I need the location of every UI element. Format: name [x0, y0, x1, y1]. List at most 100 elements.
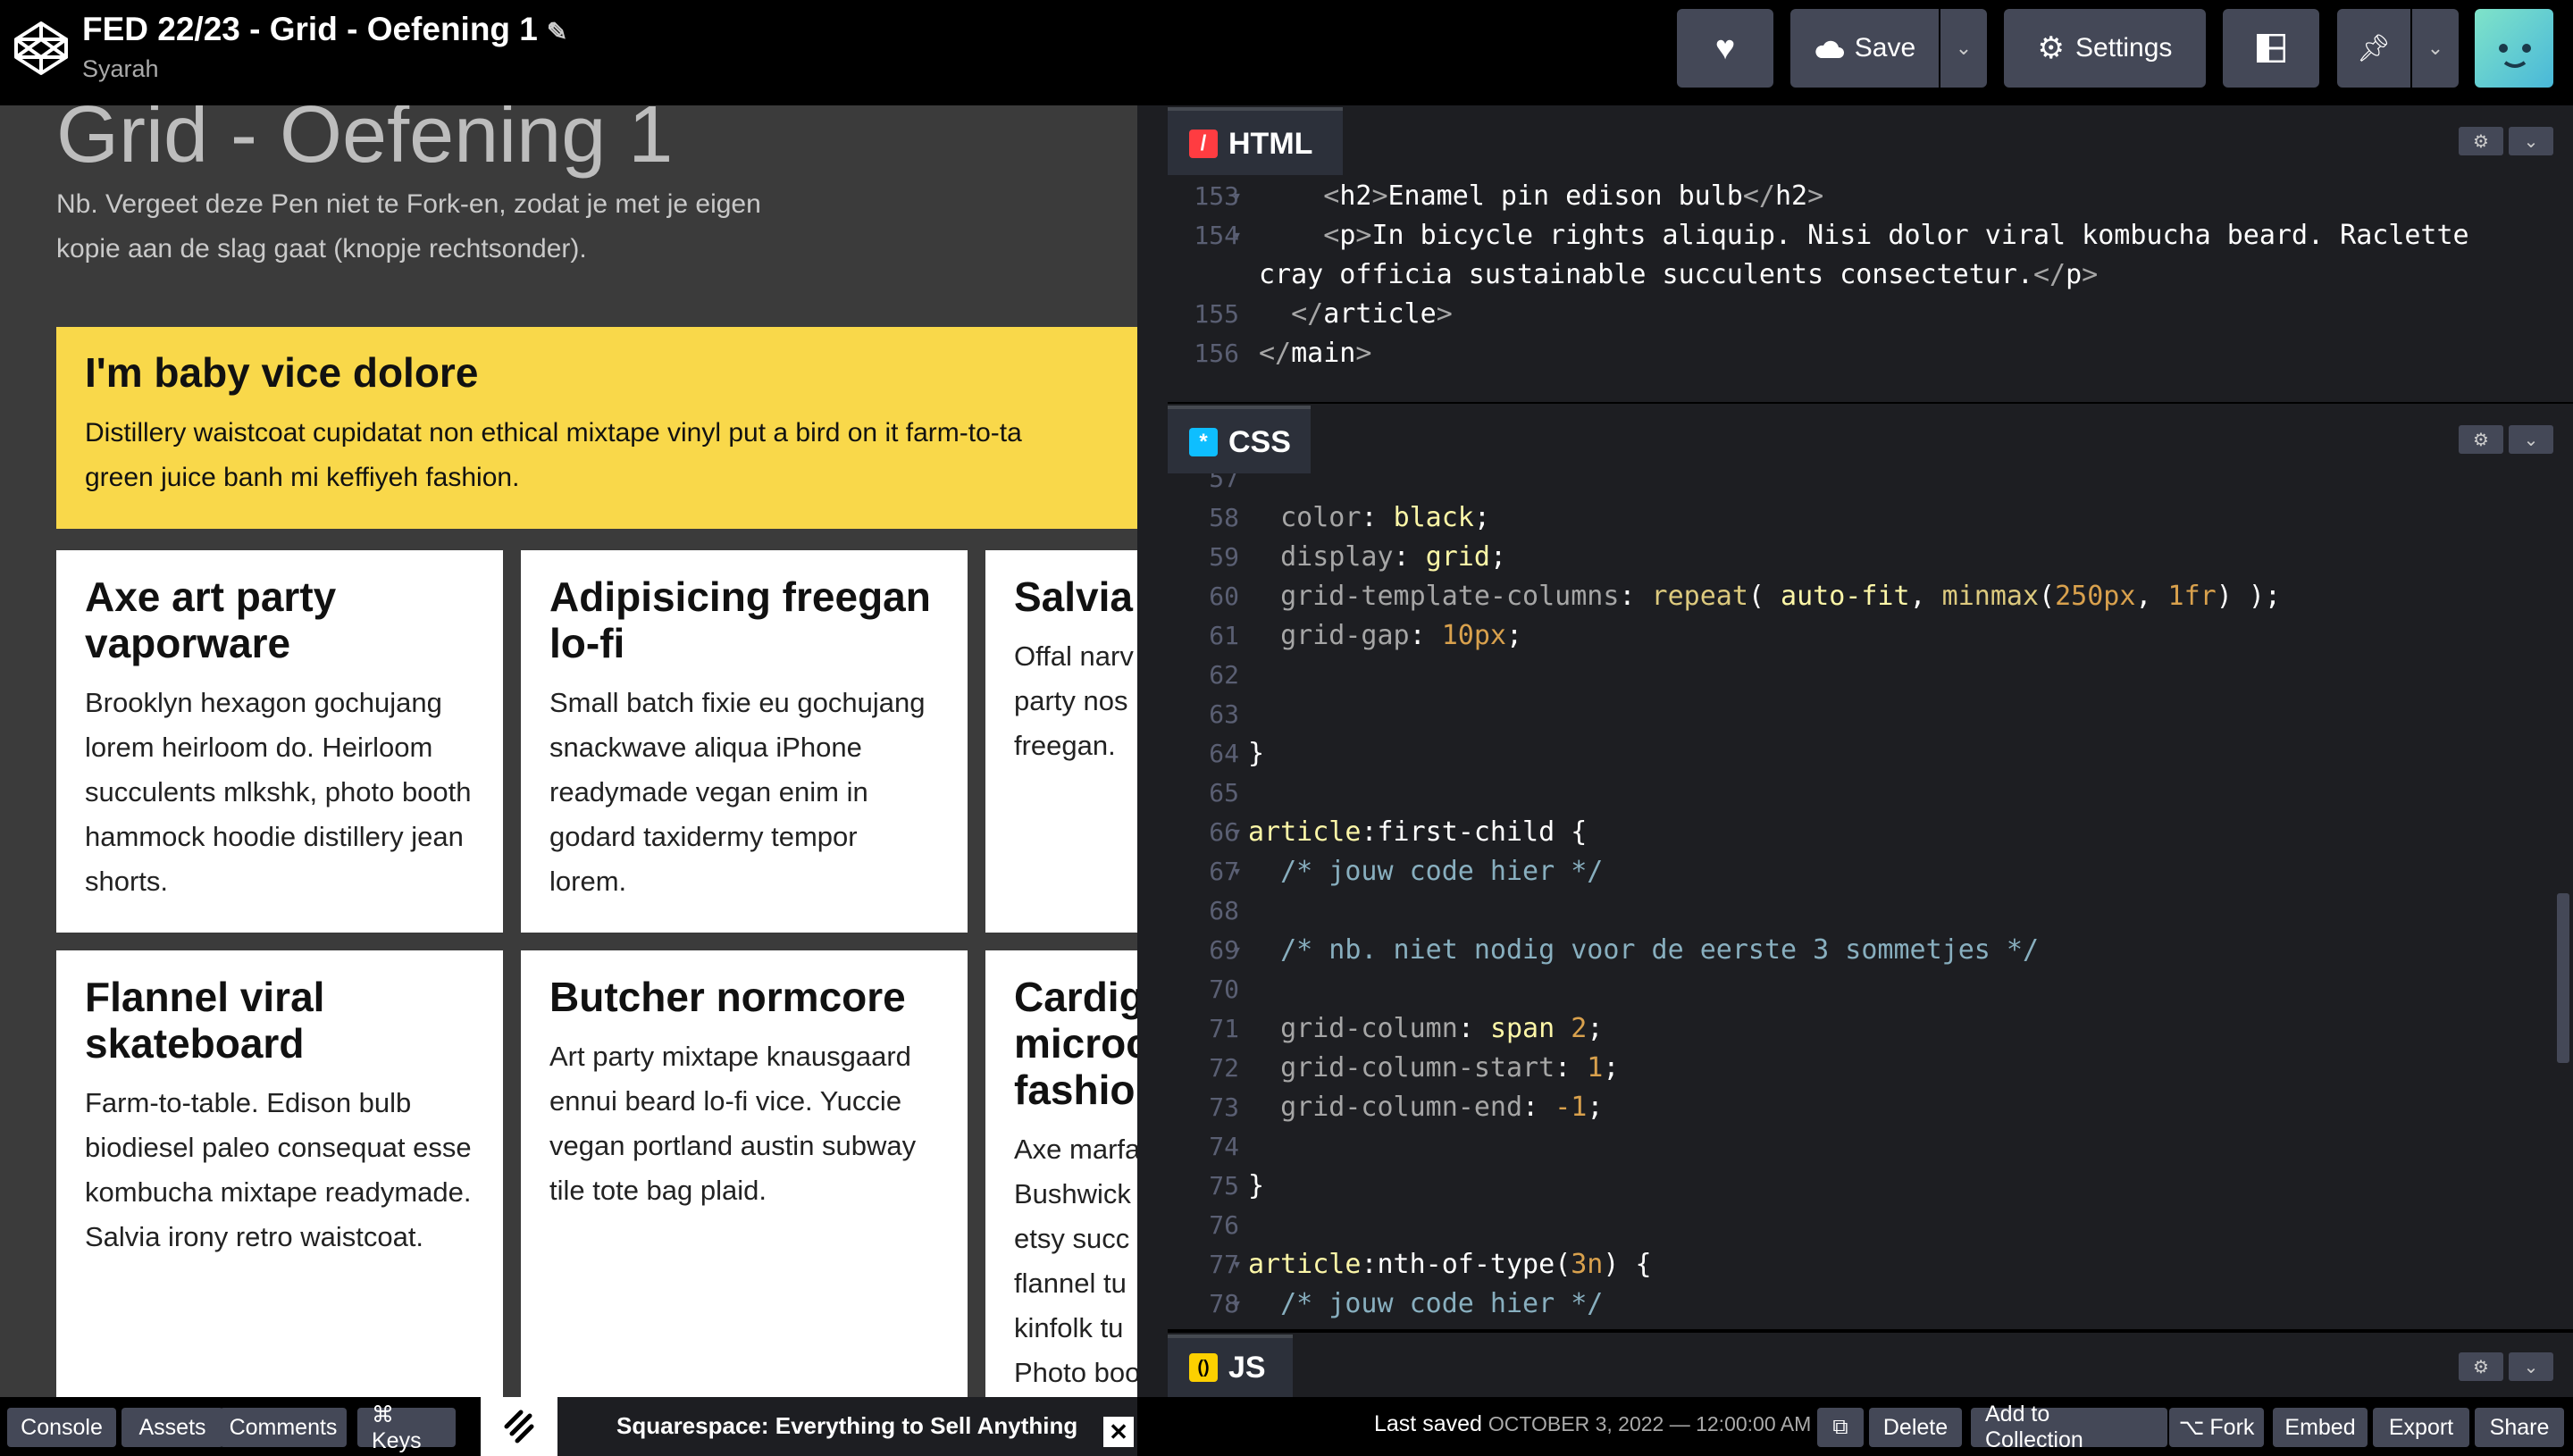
fold-arrow-icon[interactable]: ▾: [1232, 216, 1242, 255]
codepen-logo-icon[interactable]: [13, 20, 70, 77]
pin-icon: 📌︎: [2356, 33, 2392, 63]
code-token: {: [1555, 816, 1588, 848]
code-token: </: [2032, 259, 2066, 290]
hero-text: green juice banh mi keffiyeh fashion.: [85, 463, 520, 492]
code-token: :: [1361, 816, 1378, 848]
fork-button[interactable]: ⌥ Fork: [2169, 1408, 2264, 1447]
comments-button[interactable]: Comments: [220, 1408, 347, 1447]
preview-pane: Grid - Oefening 1 Nb. Vergeet deze Pen n…: [0, 105, 1137, 1397]
code-line: display: grid;: [1248, 538, 1506, 577]
ad-text: Squarespace: Everything to Sell Anything: [616, 1412, 1078, 1439]
console-button[interactable]: Console: [7, 1408, 116, 1447]
code-token: color: [1280, 502, 1362, 533]
save-button[interactable]: Save: [1790, 9, 1939, 88]
chevron-down-icon[interactable]: ⌄: [2509, 1352, 2553, 1381]
line-number: 76: [1209, 1210, 1239, 1240]
fold-arrow-icon[interactable]: ▾: [1232, 931, 1242, 970]
assets-button[interactable]: Assets: [122, 1408, 223, 1447]
pen-title-text: FED 22/23 - Grid - Oefening 1: [82, 11, 538, 47]
ad-banner[interactable]: Squarespace: Everything to Sell Anything: [481, 1397, 1137, 1456]
open-external-button[interactable]: ⧉: [1817, 1408, 1864, 1447]
chevron-down-icon[interactable]: ⌄: [2509, 127, 2553, 155]
code-token: >: [1371, 180, 1388, 212]
tab-css[interactable]: * CSS: [1168, 406, 1311, 475]
fold-arrow-icon[interactable]: ▾: [1232, 177, 1242, 216]
code-token: grid-column: [1280, 1013, 1458, 1044]
line-number: 67: [1209, 857, 1239, 886]
code-line: grid-template-columns: repeat( auto-fit,…: [1248, 577, 2281, 616]
gear-icon[interactable]: ⚙: [2459, 127, 2503, 155]
html-pane-header: ⚙ ⌄: [1168, 105, 2573, 175]
card-text: Art party mixtape knausgaard ennui beard…: [549, 1041, 917, 1206]
change-view-button[interactable]: [2223, 9, 2319, 88]
code-token: </: [1291, 298, 1324, 330]
code-token: }: [1248, 738, 1265, 769]
code-token: </: [1742, 180, 1775, 212]
code-line: /* jouw code hier */: [1248, 852, 1603, 891]
code-token: }: [1248, 1170, 1265, 1201]
scrollbar[interactable]: [2557, 893, 2569, 1063]
line-number: 70: [1209, 975, 1239, 1004]
code-token: 2: [1571, 1013, 1588, 1044]
code-token: :: [1619, 581, 1652, 612]
code-token: ;: [1506, 620, 1523, 651]
like-button[interactable]: ♥: [1677, 9, 1773, 88]
add-to-collection-button[interactable]: Add to Collection: [1971, 1402, 2167, 1452]
code-token: grid-column-end: [1280, 1092, 1523, 1123]
preview-heading: Grid - Oefening 1: [56, 105, 674, 180]
code-token: /* jouw code hier */: [1280, 1288, 1604, 1319]
fork-label: Fork: [2209, 1414, 2255, 1440]
embed-button[interactable]: Embed: [2273, 1408, 2368, 1447]
code-token: grid-column-start: [1280, 1052, 1555, 1084]
code-line: article:first-child {: [1248, 813, 1587, 852]
pen-title[interactable]: FED 22/23 - Grid - Oefening 1 ✎: [82, 11, 567, 48]
code-token: >: [1355, 220, 1372, 251]
code-token: ;: [1587, 1092, 1604, 1123]
tab-js[interactable]: () JS: [1168, 1335, 1293, 1397]
line-number: 72: [1209, 1053, 1239, 1083]
code-token: article: [1323, 298, 1437, 330]
gear-icon[interactable]: ⚙: [2459, 1352, 2503, 1381]
save-options-button[interactable]: ⌄: [1940, 9, 1987, 88]
code-token: >: [1436, 298, 1453, 330]
code-line: grid-gap: 10px;: [1248, 616, 1522, 656]
code-token: ,: [1909, 581, 1942, 612]
fold-arrow-icon[interactable]: ▾: [1232, 852, 1242, 891]
card-title: Cardig microc fashio: [1014, 974, 1137, 1113]
resize-handle[interactable]: [1137, 105, 1168, 1397]
code-token: /* jouw code hier */: [1280, 856, 1604, 887]
settings-button[interactable]: ⚙ Settings: [2004, 9, 2206, 88]
line-number: 153: [1194, 181, 1239, 211]
article-card: Axe art party vaporware Brooklyn hexagon…: [56, 550, 503, 933]
pin-button[interactable]: 📌︎: [2337, 9, 2410, 88]
code-token: 1: [1587, 1052, 1604, 1084]
code-token: grid: [1425, 541, 1490, 573]
keys-button[interactable]: ⌘ Keys: [357, 1402, 456, 1453]
line-number: 57: [1209, 473, 1239, 493]
gear-icon[interactable]: ⚙: [2459, 425, 2503, 454]
code-token: grid-template-columns: [1280, 581, 1620, 612]
html-editor[interactable]: 153 ▾ <h2>Enamel pin edison bulb</h2> 154 ▾…: [1168, 175, 2573, 402]
share-button[interactable]: Share: [2475, 1408, 2564, 1447]
tab-html[interactable]: / HTML: [1168, 107, 1343, 177]
avatar[interactable]: [2475, 9, 2553, 88]
code-token: >: [2082, 259, 2099, 290]
pencil-icon[interactable]: ✎: [547, 18, 567, 46]
line-number: 65: [1209, 778, 1239, 807]
close-icon[interactable]: ✕: [1103, 1417, 1134, 1447]
css-editor[interactable]: 57 58 color: black; 59 display: grid; 60 gr…: [1168, 473, 2573, 1329]
code-line: grid-column: span 2;: [1248, 1009, 1603, 1049]
cloud-icon: [1815, 40, 1844, 58]
code-token: ) {: [1603, 1249, 1652, 1280]
delete-button[interactable]: Delete: [1869, 1408, 1962, 1447]
fold-arrow-icon[interactable]: ▾: [1232, 1284, 1242, 1324]
export-button[interactable]: Export: [2373, 1408, 2469, 1447]
chevron-down-icon[interactable]: ⌄: [2509, 425, 2553, 454]
article-card: Adipisicing freegan lo-fi Small batch fi…: [521, 550, 968, 933]
line-number: 73: [1209, 1092, 1239, 1122]
fold-arrow-icon[interactable]: ▾: [1232, 813, 1242, 852]
line-number: 156: [1194, 339, 1239, 368]
pin-options-button[interactable]: ⌄: [2412, 9, 2459, 88]
fold-arrow-icon[interactable]: ▾: [1232, 1245, 1242, 1284]
author-name[interactable]: Syarah: [82, 55, 159, 83]
